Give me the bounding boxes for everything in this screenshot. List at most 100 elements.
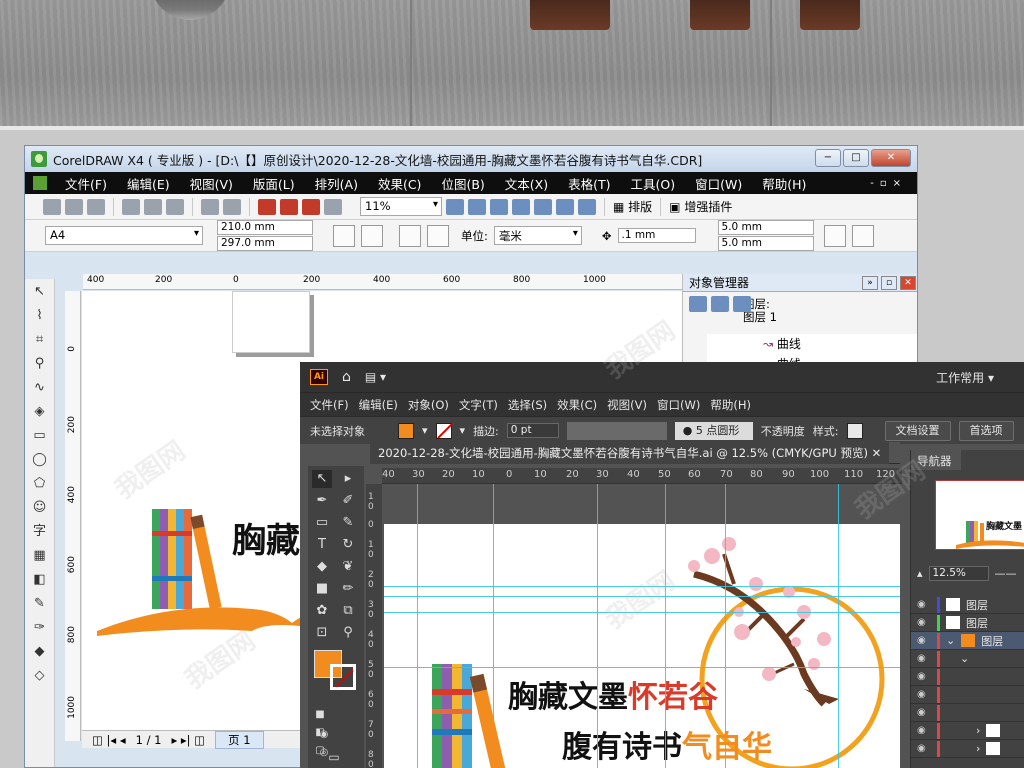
crop-tool-icon[interactable]: ⌗ <box>29 330 51 350</box>
zoom-selected-icon[interactable] <box>490 198 508 215</box>
zoom-all-icon[interactable] <box>512 198 530 215</box>
shape-tool-icon[interactable]: ⌇ <box>29 306 51 326</box>
zoom-out-icon[interactable]: ▴ <box>917 567 923 580</box>
list-item[interactable]: ↝ 曲线 <box>763 334 917 354</box>
navigator-zoom-field[interactable]: 12.5% <box>928 566 989 581</box>
page-nav-next-icons[interactable]: ▸ ▸| ◫ <box>171 733 205 747</box>
portrait-icon[interactable] <box>333 224 355 247</box>
text-tool-icon[interactable]: 字 <box>29 522 51 542</box>
expand-chevron-icon[interactable]: ⌄ <box>946 634 955 647</box>
interactive-fill-icon[interactable]: ◇ <box>29 666 51 686</box>
ai-artboard[interactable]: 胸藏文墨怀若谷 腹有诗书气自华 <box>384 524 900 768</box>
color-mode-icons[interactable]: ■ ◧ ▢ <box>310 706 330 756</box>
rectangle-tool-icon[interactable]: ▭ <box>312 514 332 532</box>
docker-collapse-icon[interactable]: » <box>862 275 878 290</box>
pick-tool-icon[interactable]: ↖ <box>29 282 51 302</box>
sublayer-row[interactable]: ◉ ⌄ <box>911 650 1024 668</box>
menu-tools[interactable]: 工具(O) <box>631 174 676 193</box>
page-tab[interactable]: 页 1 <box>215 730 264 749</box>
warp-tool-icon[interactable]: ❦ <box>338 558 358 576</box>
polygon-tool-icon[interactable]: ⬠ <box>29 474 51 494</box>
redo-icon[interactable] <box>223 198 241 215</box>
type-tool-icon[interactable]: T <box>312 536 332 554</box>
undo-icon[interactable] <box>201 198 219 215</box>
eyedropper-tool-icon[interactable]: ✏ <box>338 580 358 598</box>
maximize-button[interactable]: □ <box>843 149 869 167</box>
freehand-tool-icon[interactable]: ∿ <box>29 378 51 398</box>
direct-selection-icon[interactable]: ▸ <box>338 470 358 488</box>
basic-shapes-icon[interactable]: ☺ <box>29 498 51 518</box>
paste-icon[interactable] <box>166 198 184 215</box>
workspace-switcher[interactable]: 工作常用 ▾ <box>936 369 994 386</box>
menu-layout[interactable]: 版面(L) <box>253 174 295 193</box>
new-icon[interactable] <box>43 198 61 215</box>
ai-menu-help[interactable]: 帮助(H) <box>710 397 751 413</box>
zoom-width-icon[interactable] <box>556 198 574 215</box>
menu-help[interactable]: 帮助(H) <box>762 174 806 193</box>
preferences-button[interactable]: 首选项 <box>958 420 1014 441</box>
gradient-tool-icon[interactable]: ■ <box>312 580 332 598</box>
table-tool-icon[interactable]: ▦ <box>29 546 51 566</box>
page-width-field[interactable]: 210.0 mm <box>217 220 313 235</box>
zoom-out-icon[interactable] <box>468 198 486 215</box>
layer-row[interactable]: ◉ 图层 <box>911 596 1024 614</box>
symbol-sprayer-icon[interactable]: ✿ <box>312 602 332 620</box>
layer-row[interactable]: ◉ ⌄ 图层 <box>911 632 1024 650</box>
fill-tool-icon[interactable]: ◆ <box>29 642 51 662</box>
ellipse-tool-icon[interactable]: ◯ <box>29 450 51 470</box>
close-tab-icon[interactable]: ✕ <box>872 446 882 460</box>
navigator-preview[interactable]: 胸藏文墨 <box>935 480 1024 550</box>
sublayer-row[interactable]: ◉ <box>911 686 1024 704</box>
screen-mode-icon[interactable]: ▭ <box>324 748 344 766</box>
nudge-field[interactable]: .1 mm <box>617 228 696 243</box>
draw-mode-icons[interactable]: ◉ ◎ <box>314 726 334 758</box>
menu-effects[interactable]: 效果(C) <box>378 174 421 193</box>
minimize-button[interactable]: − <box>815 149 841 167</box>
ai-menu-effect[interactable]: 效果(C) <box>557 397 597 413</box>
treat-as-filled-icon[interactable] <box>823 224 846 247</box>
rotate-tool-icon[interactable]: ↻ <box>338 536 358 554</box>
visibility-eye-icon[interactable]: ◉ <box>917 635 931 646</box>
duplicate-x-field[interactable]: 5.0 mm <box>717 220 814 235</box>
visibility-eye-icon[interactable]: ◉ <box>917 707 931 718</box>
current-page-icon[interactable] <box>427 224 449 247</box>
blend-tool-icon[interactable]: ⧉ <box>338 602 358 620</box>
expand-chevron-icon[interactable]: › <box>976 724 980 737</box>
arrange-docs-icon[interactable]: ▤ ▾ <box>365 370 386 384</box>
sublayer-row[interactable]: ◉ › <box>911 722 1024 740</box>
menu-window[interactable]: 窗口(W) <box>695 174 742 193</box>
variable-width-profile[interactable] <box>566 421 667 440</box>
landscape-icon[interactable] <box>361 224 383 247</box>
visibility-eye-icon[interactable]: ◉ <box>917 653 931 664</box>
graphic-style-swatch[interactable] <box>846 422 863 439</box>
visibility-eye-icon[interactable]: ◉ <box>917 725 931 736</box>
import-icon[interactable] <box>258 198 276 215</box>
sublayer-row[interactable]: ◉ › <box>911 740 1024 758</box>
layer-row[interactable]: ◉ 图层 <box>911 614 1024 632</box>
expand-chevron-icon[interactable]: ⌄ <box>960 652 969 665</box>
visibility-eye-icon[interactable]: ◉ <box>917 743 931 754</box>
duplicate-y-field[interactable]: 5.0 mm <box>717 236 814 251</box>
ai-menu-type[interactable]: 文字(T) <box>459 397 498 413</box>
selection-tool-icon[interactable]: ↖ <box>312 470 332 488</box>
zoom-tool-icon[interactable]: ⚲ <box>338 624 358 642</box>
stroke-swatch[interactable] <box>435 422 453 439</box>
layer-manager-view-icon[interactable] <box>733 296 751 312</box>
interactive-tool-icon[interactable]: ◧ <box>29 570 51 590</box>
zoom-slider[interactable]: —— <box>995 567 1017 580</box>
page-height-field[interactable]: 297.0 mm <box>217 236 313 251</box>
outline-tool-icon[interactable]: ✑ <box>29 618 51 638</box>
snap-icon[interactable] <box>851 224 874 247</box>
copy-icon[interactable] <box>144 198 162 215</box>
document-setup-button[interactable]: 文档设置 <box>884 420 951 441</box>
ai-menu-select[interactable]: 选择(S) <box>508 397 547 413</box>
visibility-eye-icon[interactable]: ◉ <box>917 617 931 628</box>
eraser-tool-icon[interactable]: ◆ <box>312 558 332 576</box>
zoom-height-icon[interactable] <box>578 198 596 215</box>
zoom-select[interactable]: 11% <box>360 197 442 216</box>
welcome-icon[interactable] <box>324 198 342 215</box>
sublayer-row[interactable]: ◉ <box>911 704 1024 722</box>
arrange-button[interactable]: ▦ 排版 <box>613 198 652 215</box>
export-icon[interactable] <box>280 198 298 215</box>
stroke-color-box[interactable] <box>330 664 356 690</box>
